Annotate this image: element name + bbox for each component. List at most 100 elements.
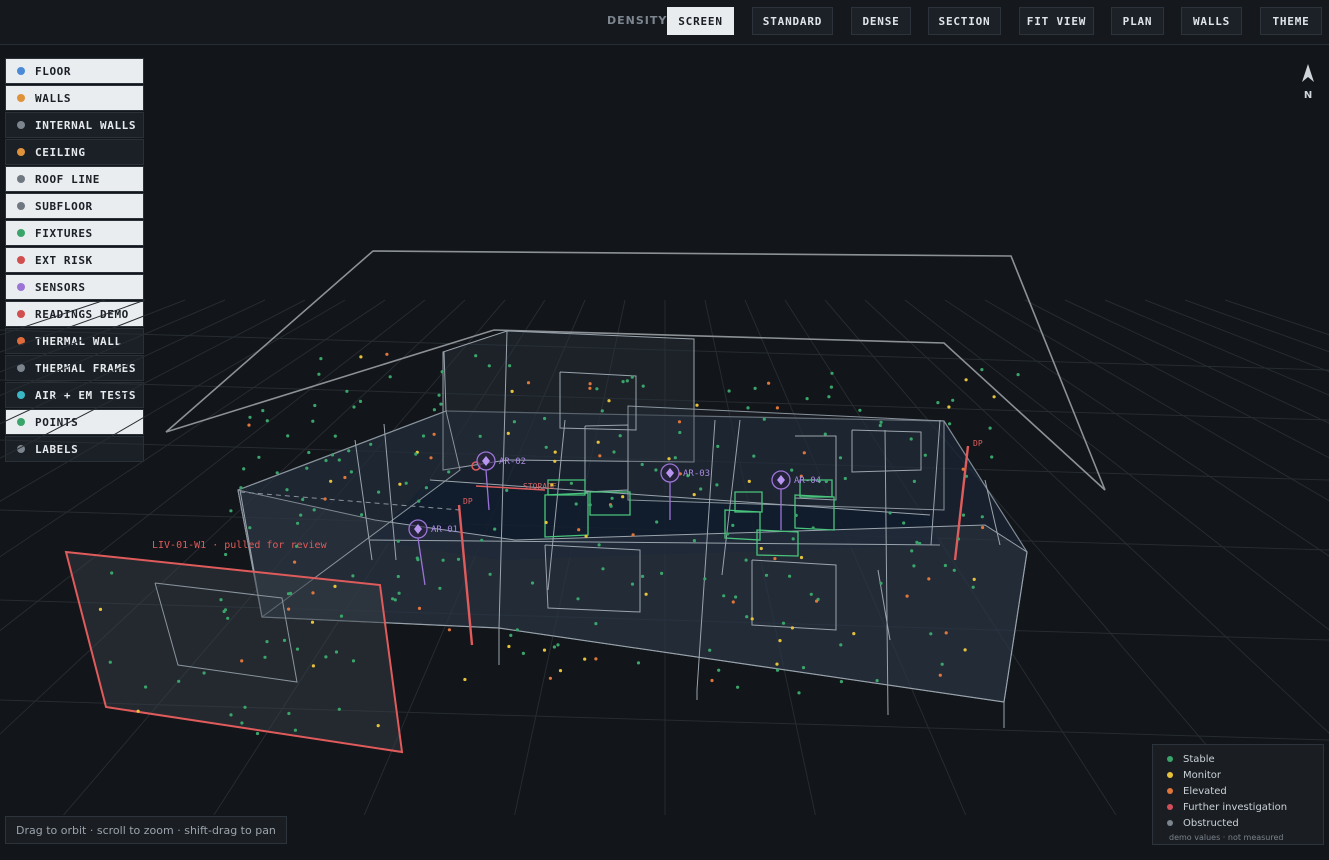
reading-point bbox=[345, 389, 349, 393]
reading-point bbox=[440, 370, 444, 374]
reading-point bbox=[323, 497, 327, 501]
reading-point bbox=[801, 666, 806, 670]
3d-viewport[interactable]: DP DP STORAGE LIV-01-W1 · pulled for rev… bbox=[0, 45, 1329, 815]
reading-point bbox=[224, 552, 228, 557]
reading-point bbox=[312, 508, 316, 512]
reading-point bbox=[542, 648, 547, 652]
reading-point bbox=[988, 426, 992, 430]
reading-point bbox=[289, 591, 293, 596]
reading-point bbox=[727, 389, 731, 393]
reading-point bbox=[923, 453, 927, 457]
reading-point bbox=[838, 456, 843, 460]
reading-point bbox=[594, 622, 598, 626]
reading-point bbox=[947, 405, 951, 409]
section-button[interactable]: SECTION bbox=[928, 7, 1001, 35]
reading-point bbox=[879, 420, 883, 424]
reading-point bbox=[927, 577, 931, 581]
legend-label: Monitor bbox=[1183, 769, 1222, 781]
reading-point bbox=[607, 399, 611, 403]
reading-point bbox=[943, 563, 948, 568]
sensor-label: AR-03 bbox=[683, 469, 710, 479]
reading-point bbox=[219, 598, 223, 602]
reading-point bbox=[397, 591, 401, 595]
reading-point bbox=[788, 574, 792, 578]
reading-point bbox=[202, 671, 206, 675]
screen-button[interactable]: SCREEN bbox=[667, 7, 734, 35]
reading-point bbox=[310, 620, 315, 624]
reading-point bbox=[584, 534, 588, 538]
reading-point bbox=[963, 648, 967, 652]
reading-point bbox=[621, 380, 625, 384]
reading-point bbox=[553, 450, 557, 454]
reading-point bbox=[673, 456, 677, 460]
reading-point bbox=[512, 420, 517, 424]
reading-point bbox=[339, 614, 344, 618]
reading-point bbox=[731, 600, 735, 604]
reading-point bbox=[553, 459, 557, 463]
reading-point bbox=[247, 423, 251, 427]
reading-point bbox=[918, 541, 922, 546]
reading-point bbox=[940, 662, 944, 666]
reading-point bbox=[750, 617, 754, 621]
reading-point bbox=[337, 458, 341, 462]
dense-button[interactable]: DENSE bbox=[851, 7, 911, 35]
reading-point bbox=[640, 462, 644, 467]
reading-point bbox=[980, 368, 984, 372]
reading-point bbox=[790, 468, 794, 472]
reading-point bbox=[781, 621, 786, 625]
reading-point bbox=[305, 466, 309, 470]
reading-point bbox=[376, 724, 380, 728]
reading-point bbox=[888, 511, 892, 515]
reading-point bbox=[295, 544, 299, 549]
reading-point bbox=[229, 509, 233, 513]
reading-point bbox=[421, 434, 426, 438]
walls-button[interactable]: WALLS bbox=[1181, 7, 1242, 35]
reading-point bbox=[330, 453, 335, 457]
reading-point bbox=[929, 632, 933, 636]
sensor-label: AR-04 bbox=[794, 476, 821, 486]
reading-point bbox=[351, 659, 356, 663]
reading-point bbox=[506, 431, 510, 435]
legend-item: Obstructed bbox=[1167, 815, 1323, 831]
reading-point bbox=[351, 574, 355, 578]
reading-point bbox=[731, 523, 735, 528]
reading-point bbox=[703, 577, 707, 581]
reading-point bbox=[311, 591, 315, 595]
reading-point bbox=[110, 571, 114, 575]
reading-point bbox=[830, 371, 834, 375]
fit-view-button[interactable]: FIT VIEW bbox=[1019, 7, 1094, 35]
dp-label-east: DP bbox=[973, 439, 983, 448]
reading-point bbox=[588, 503, 592, 507]
reading-point bbox=[521, 651, 526, 656]
theme-button[interactable]: THEME bbox=[1260, 7, 1322, 35]
reading-point bbox=[745, 615, 749, 619]
flagged-wall-liv-01-w1[interactable] bbox=[64, 550, 404, 754]
reading-point bbox=[636, 661, 641, 665]
reading-point bbox=[971, 585, 975, 589]
reading-point bbox=[275, 471, 279, 475]
reading-point bbox=[654, 468, 658, 472]
reading-point bbox=[915, 540, 919, 545]
plan-button[interactable]: PLAN bbox=[1111, 7, 1164, 35]
reading-point bbox=[576, 597, 580, 601]
reading-point bbox=[265, 640, 269, 644]
reading-point bbox=[329, 479, 333, 483]
reading-point bbox=[839, 680, 844, 684]
reading-point bbox=[655, 520, 659, 524]
reading-point bbox=[797, 691, 801, 695]
reading-point bbox=[144, 685, 148, 689]
standard-button[interactable]: STANDARD bbox=[752, 7, 833, 35]
reading-point bbox=[827, 395, 831, 399]
reading-point bbox=[447, 470, 451, 474]
reading-point bbox=[293, 728, 297, 732]
reading-point bbox=[480, 538, 484, 542]
reading-point bbox=[257, 455, 261, 459]
reading-point bbox=[938, 673, 942, 677]
reading-point bbox=[334, 650, 339, 654]
reading-point bbox=[474, 354, 478, 358]
reading-point bbox=[248, 526, 252, 530]
reading-point bbox=[429, 456, 433, 460]
reading-point bbox=[558, 669, 563, 673]
toolbar: DENSITY SCREEN STANDARD DENSE SECTION FI… bbox=[0, 0, 1329, 45]
reading-point bbox=[992, 395, 996, 399]
